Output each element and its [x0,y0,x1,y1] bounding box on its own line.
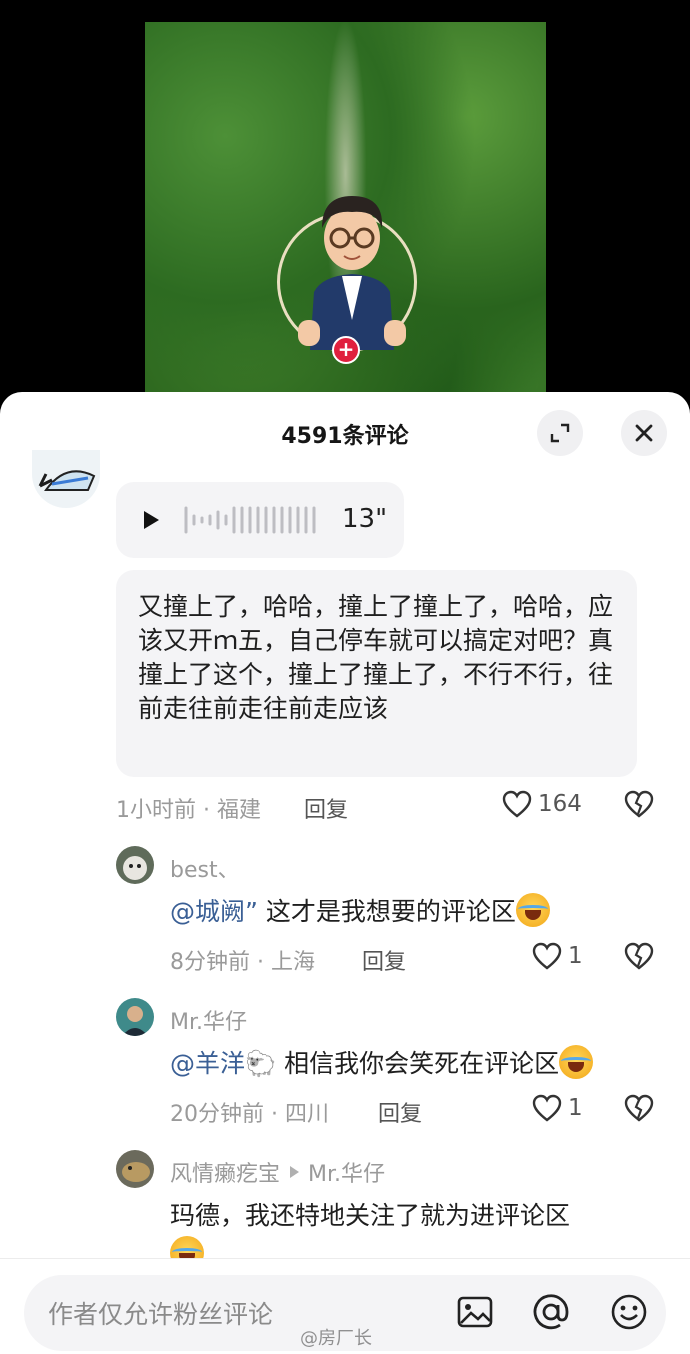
comment-input-placeholder: 作者仅允许粉丝评论 [48,1300,274,1329]
reply-username[interactable]: best、 [170,852,240,884]
at-icon[interactable] [532,1293,570,1331]
reply-button[interactable]: 回复 [362,944,406,976]
reply-button[interactable]: 回复 [378,1096,422,1128]
like-count: 164 [538,791,582,817]
mention-link[interactable]: @羊洋🐑 [170,1049,276,1078]
expand-button[interactable] [537,410,583,456]
video-player[interactable]: + [0,0,690,400]
reply-arrow-icon [290,1166,300,1178]
comments-sheet: 4591条评论 13" 又撞上了，哈哈，撞上了撞上了，哈哈，应该又开ｍ五，自己停… [0,392,690,1354]
laughing-crying-emoji [559,1045,594,1079]
voice-duration: 13" [342,504,388,534]
reply-text: @羊洋🐑 相信我你会笑死在评论区 [170,1044,594,1080]
reply-meta: 20分钟前 · 四川 [170,1102,329,1127]
expand-icon [550,423,570,443]
voice-message[interactable]: 13" [116,482,404,558]
broken-heart-icon[interactable] [624,790,654,818]
avatar[interactable] [116,846,154,884]
avatar[interactable] [116,998,154,1036]
follow-button[interactable]: + [332,336,360,364]
reply-username-row: 风情癞疙宝 Mr.华仔 [170,1156,385,1188]
smile-icon[interactable] [610,1293,648,1331]
comments-count-title: 4591条评论 [281,424,409,449]
reply-text: @城阙” 这才是我想要的评论区 [170,892,550,928]
reply-text: 玛德，我还特地关注了就为进评论区 [170,1201,571,1230]
mention-link[interactable]: @城阙” [170,897,258,926]
waveform-icon [184,506,316,534]
reply-target-username[interactable]: Mr.华仔 [308,1156,385,1188]
play-icon[interactable] [142,510,160,530]
reply-username[interactable]: Mr.华仔 [170,1004,247,1036]
broken-heart-icon[interactable] [624,1094,654,1122]
avatar[interactable] [32,450,100,508]
like-count: 1 [568,943,583,969]
creator-avatar[interactable] [292,180,412,350]
watermark: @房厂长 [300,1328,372,1349]
close-button[interactable] [621,410,667,456]
laughing-crying-emoji [515,893,550,927]
heart-icon [532,1094,562,1122]
comment-text-bubble: 又撞上了，哈哈，撞上了撞上了，哈哈，应该又开ｍ五，自己停车就可以搞定对吧？真撞上… [116,570,637,777]
reply-username[interactable]: 风情癞疙宝 [170,1156,280,1188]
heart-icon [502,790,532,818]
reply-button[interactable]: 回复 [304,792,348,824]
reply-meta: 8分钟前 · 上海 [170,950,315,975]
like-button[interactable]: 1 [532,942,583,970]
like-button[interactable]: 1 [532,1094,583,1122]
close-icon [635,424,653,442]
like-count: 1 [568,1095,583,1121]
image-icon[interactable] [456,1293,494,1331]
like-button[interactable]: 164 [502,790,582,818]
avatar[interactable] [116,1150,154,1188]
broken-heart-icon[interactable] [624,942,654,970]
comment-meta: 1小时前 · 福建 [116,798,261,823]
heart-icon [532,942,562,970]
